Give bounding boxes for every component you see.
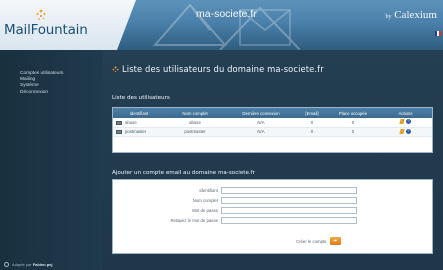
col-header-nom-complet[interactable]: Nom complet: [165, 108, 225, 118]
footer-credit: Adapté par Fabien.pej: [12, 262, 52, 267]
domain-title: ma-societe.fr: [196, 8, 257, 20]
col-header-place-occupee[interactable]: Place occupée: [327, 108, 379, 118]
col-header-identifiant[interactable]: Identifiant: [113, 108, 165, 118]
cell-derniere-connexion: N/A: [225, 127, 297, 137]
identifiant-label: Identifiant: [199, 188, 218, 193]
user-icon: [116, 120, 122, 125]
cell-identifiant: postmaster: [113, 127, 165, 137]
edit-icon[interactable]: [399, 119, 405, 125]
app-header: MailFountain ma-societe.fr by Calexium: [0, 0, 443, 50]
nom-complet-input[interactable]: [221, 197, 357, 204]
page-title: Liste des utilisateurs du domaine ma-soc…: [112, 64, 324, 74]
form-row-retapez-mot-de-passe: Retapez le mot de passe: [113, 217, 432, 225]
users-table: Identifiant Nom complet Dernière connexi…: [113, 108, 432, 137]
sidebar-item-deconnexion[interactable]: Déconnexion: [20, 90, 63, 96]
edit-icon[interactable]: [399, 128, 405, 134]
cell-identifiant-text[interactable]: postmaster: [125, 129, 146, 134]
user-icon: [116, 129, 122, 134]
mot-de-passe-label: Mot de passe: [192, 208, 218, 213]
users-table-panel: Identifiant Nom complet Dernière connexi…: [112, 107, 433, 153]
identifiant-input[interactable]: [221, 187, 357, 194]
form-row-identifiant: Identifiant: [113, 187, 432, 195]
users-section-title: Liste des utilisateurs: [112, 95, 170, 101]
title-sparkle-icon: [112, 66, 119, 72]
logo-area[interactable]: MailFountain: [0, 0, 136, 50]
add-account-form: Identifiant Nom complet Mot de passe Ret…: [112, 179, 433, 254]
table-row[interactable]: abuse abuse N/A 0 0 ?: [113, 118, 432, 128]
page-title-text: Liste des utilisateurs du domaine ma-soc…: [122, 64, 324, 74]
brand-by-label: by: [385, 14, 392, 20]
table-row[interactable]: postmaster postmaster N/A 0 0 ?: [113, 127, 432, 137]
table-header-row: Identifiant Nom complet Dernière connexi…: [113, 108, 432, 118]
retapez-mot-de-passe-label: Retapez le mot de passe: [170, 218, 218, 223]
fountain-sparkle-icon: [36, 9, 46, 20]
footer-brand[interactable]: Fabien.pej: [33, 262, 53, 267]
cell-actions: ?: [379, 118, 432, 128]
col-header-email[interactable]: [Email]: [297, 108, 327, 118]
main-content: Liste des utilisateurs du domaine ma-soc…: [103, 50, 443, 270]
cell-identifiant-text[interactable]: abuse: [125, 120, 137, 125]
power-icon: [4, 262, 9, 267]
cell-place-occupee: 0: [327, 127, 379, 137]
cell-email-count: 0: [297, 118, 327, 128]
sidebar-menu: Comptes utilisateurs Mailing Système Déc…: [20, 71, 63, 96]
cell-nom-complet: abuse: [165, 118, 225, 128]
cell-actions: ?: [379, 127, 432, 137]
mot-de-passe-input[interactable]: [221, 207, 357, 214]
col-header-derniere-connexion[interactable]: Dernière connexion: [225, 108, 297, 118]
nom-complet-label: Nom complet: [192, 198, 218, 203]
help-icon[interactable]: ?: [406, 119, 411, 125]
form-row-nom-complet: Nom complet: [113, 197, 432, 205]
cell-nom-complet: postmaster: [165, 127, 225, 137]
sidebar: Comptes utilisateurs Mailing Système Déc…: [0, 50, 103, 270]
footer-prefix: Adapté par: [12, 262, 32, 267]
retapez-mot-de-passe-input[interactable]: [221, 217, 357, 224]
sidebar-footer: Adapté par Fabien.pej: [4, 262, 52, 267]
arrow-right-icon[interactable]: ➜: [329, 237, 341, 245]
app-logo: MailFountain: [4, 22, 88, 38]
cell-derniere-connexion: N/A: [225, 118, 297, 128]
create-account-label[interactable]: Créer le compte: [296, 239, 327, 244]
brand-name: by Calexium: [385, 9, 437, 21]
cell-email-count: 0: [297, 127, 327, 137]
col-header-actions: Actions: [379, 108, 432, 118]
form-row-mot-de-passe: Mot de passe: [113, 207, 432, 215]
form-section-title: Ajouter un compte email au domaine ma-so…: [112, 170, 255, 176]
create-account-button[interactable]: Créer le compte ➜: [296, 237, 341, 245]
brand-calexium: Calexium: [394, 9, 437, 21]
language-flag-icon[interactable]: [435, 31, 441, 36]
cell-place-occupee: 0: [327, 118, 379, 128]
help-icon[interactable]: ?: [406, 128, 411, 134]
cell-identifiant: abuse: [113, 118, 165, 128]
